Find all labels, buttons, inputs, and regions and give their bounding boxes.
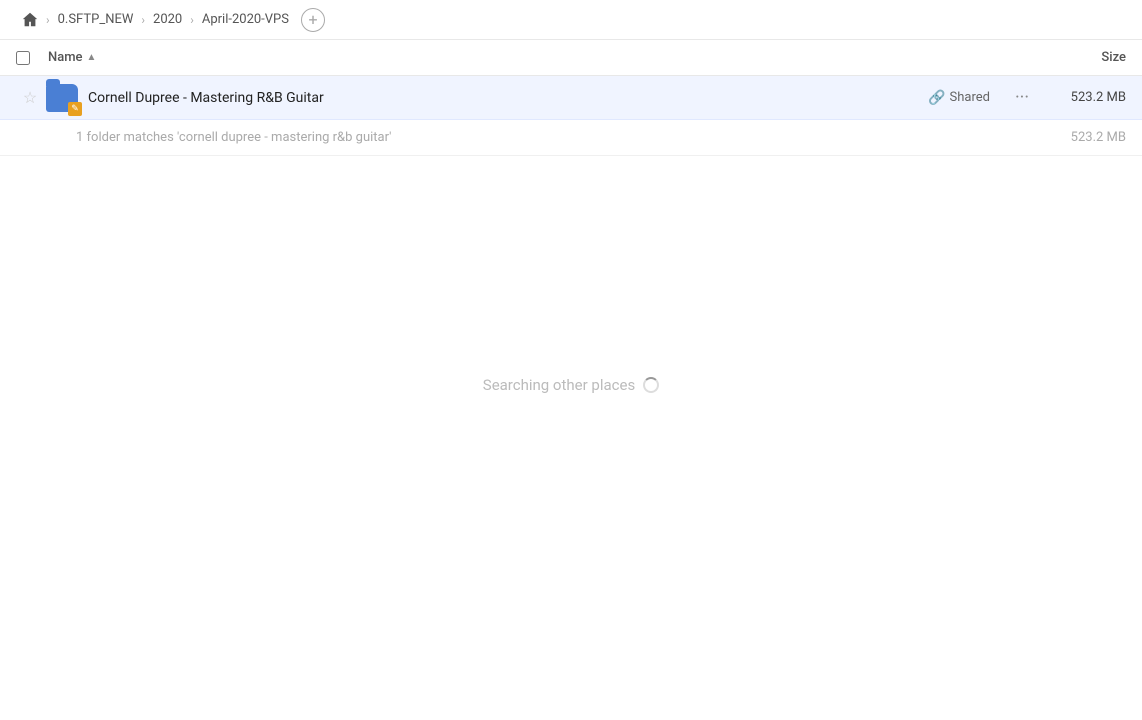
file-size: 523.2 MB — [1046, 90, 1126, 105]
column-headers: Name ▲ Size — [0, 40, 1142, 76]
searching-container: Searching other places — [0, 376, 1142, 394]
add-breadcrumb-button[interactable]: + — [301, 8, 325, 32]
match-info-size: 523.2 MB — [1046, 130, 1126, 145]
folder-icon: ✎ — [44, 80, 80, 116]
match-info-row: 1 folder matches 'cornell dupree - maste… — [0, 120, 1142, 156]
separator-3: › — [190, 13, 194, 27]
shared-status: 🔗 Shared — [928, 90, 990, 106]
searching-text: Searching other places — [483, 376, 635, 394]
folder-pen-icon: ✎ — [68, 102, 82, 116]
breadcrumb-april[interactable]: April-2020-VPS — [196, 10, 295, 29]
breadcrumb-2020[interactable]: 2020 — [147, 10, 188, 29]
separator-1: › — [46, 13, 50, 27]
breadcrumb-bar: › 0.SFTP_NEW › 2020 › April-2020-VPS + — [0, 0, 1142, 40]
star-icon[interactable]: ☆ — [16, 88, 44, 107]
file-name: Cornell Dupree - Mastering R&B Guitar — [88, 90, 928, 106]
breadcrumb-sftp[interactable]: 0.SFTP_NEW — [52, 10, 140, 29]
home-button[interactable] — [16, 6, 44, 34]
size-column-header: Size — [1026, 50, 1126, 65]
more-options-button[interactable]: ··· — [1006, 87, 1038, 108]
select-all-checkbox-container[interactable] — [16, 51, 48, 65]
link-icon: 🔗 — [928, 90, 945, 106]
file-row[interactable]: ☆ ✎ Cornell Dupree - Mastering R&B Guita… — [0, 76, 1142, 120]
match-info-text: 1 folder matches 'cornell dupree - maste… — [76, 130, 1046, 145]
loading-spinner — [643, 377, 659, 393]
sort-arrow-icon: ▲ — [87, 52, 97, 63]
name-column-header[interactable]: Name ▲ — [48, 50, 1026, 65]
select-all-checkbox[interactable] — [16, 51, 30, 65]
separator-2: › — [141, 13, 145, 27]
